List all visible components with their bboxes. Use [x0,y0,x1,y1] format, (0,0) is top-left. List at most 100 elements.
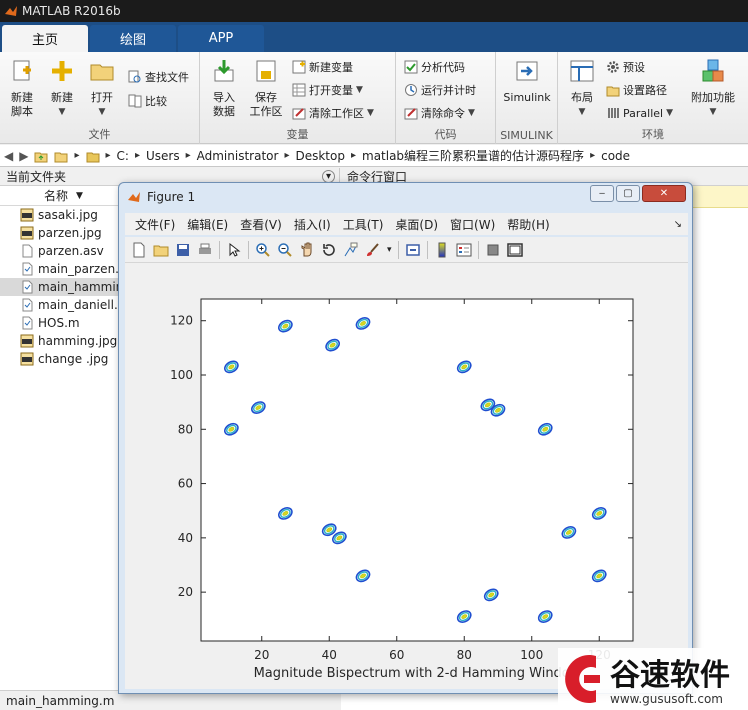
print-icon[interactable] [197,242,213,258]
parallel-button[interactable]: Parallel ▼ [606,104,673,122]
find-files-label: 查找文件 [145,71,189,84]
x-tick-label: 60 [389,648,404,662]
layout-button[interactable]: 布局 ▼ [562,56,602,119]
dock-arrow-icon[interactable]: ↘ [674,219,682,230]
addons-button[interactable]: 附加功能 ▼ [686,56,740,119]
run-and-time-button[interactable]: 运行并计时 [404,81,476,99]
colorbar-icon[interactable] [434,242,450,258]
toolbar-separator [219,240,220,259]
window-controls: ‒ ▢ ✕ [590,185,686,202]
figure-menu-item[interactable]: 插入(I) [294,216,331,233]
pan-icon[interactable] [299,242,315,258]
environment-group: 布局 ▼ 预设 设置路径 Parallel ▼ 附加功能 ▼ 环境 [558,52,748,144]
y-tick-label: 100 [170,368,193,382]
forward-arrow-icon[interactable]: ▶ [19,149,28,163]
file-name: change .jpg [38,352,109,366]
address-bar: ◀ ▶ ▸ ▸ C: ▸ Users ▸ Administrator ▸ Des… [0,145,748,167]
chevron-down-icon[interactable]: ▾ [387,245,392,255]
pointer-icon[interactable] [226,242,242,258]
figure-menu-item[interactable]: 窗口(W) [450,216,495,233]
plus-icon [52,61,72,81]
browse-folder-icon[interactable] [54,149,68,163]
tab-apps[interactable]: APP [178,25,264,52]
file-name: parzen.jpg [38,226,102,240]
figure-menu-item[interactable]: 桌面(D) [395,216,438,233]
open-label: 打开 [91,91,113,104]
new-script-button[interactable]: 新建 脚本 [2,56,42,119]
save-workspace-button[interactable]: 保存 工作区 [246,56,286,119]
simulink-group: Simulink SIMULINK [496,52,558,144]
set-path-button[interactable]: 设置路径 [606,81,667,99]
figure-window: Figure 1 ‒ ▢ ✕ 文件(F) 编辑(E) 查看(V) 插入(I) 工具(T)… [118,182,693,694]
legend-icon[interactable] [456,242,472,258]
file-name: sasaki.jpg [38,208,98,222]
link-icon[interactable] [405,242,421,258]
open-variable-button[interactable]: 打开变量 ▼ [292,81,363,99]
figure-menu-item[interactable]: 编辑(E) [187,216,228,233]
brush-icon[interactable] [365,242,381,258]
open-button[interactable]: 打开 ▼ [82,56,122,119]
close-icon[interactable]: ✕ [642,185,686,202]
save-workspace-icon [256,60,276,82]
path-segment[interactable]: Administrator [197,149,279,163]
y-tick-label: 120 [170,314,193,328]
preferences-button[interactable]: 预设 [606,58,645,76]
maximize-icon[interactable]: ▢ [616,185,640,202]
image-file-icon [20,208,34,222]
import-data-button[interactable]: 导入 数据 [204,56,244,119]
code-group-name: 代码 [434,128,457,141]
chevron-down-icon: ▼ [666,108,674,118]
figure-menu-item[interactable]: 帮助(H) [507,216,549,233]
chevron-down-icon: ▼ [468,108,475,118]
show-plot-tools-icon[interactable] [506,242,523,258]
selected-file-name: main_hamming.m [6,693,115,708]
up-folder-icon[interactable] [34,149,48,163]
path-segment[interactable]: C: [117,149,129,163]
ribbon-tabs: 主页 绘图 APP [0,22,748,52]
figure-menu-item[interactable]: 文件(F) [135,216,175,233]
simulink-button[interactable]: Simulink [500,56,554,105]
save-icon[interactable] [175,242,191,258]
path-segment[interactable]: Desktop [295,149,345,163]
hide-plot-tools-icon[interactable] [485,242,501,258]
zoom-out-icon[interactable] [277,242,293,258]
figure-canvas: 2040608010012020406080100120Magnitude Bi… [125,263,688,689]
file-group-name: 文件 [88,128,111,141]
matlab-logo-icon [5,6,17,16]
back-arrow-icon[interactable]: ◀ [4,149,13,163]
x-tick-label: 20 [254,648,269,662]
open-icon[interactable] [153,242,169,258]
new-button[interactable]: 新建 ▼ [42,56,82,119]
rotate-icon[interactable] [321,242,337,258]
watermark-url: www.gususoft.com [610,692,723,706]
tab-plots[interactable]: 绘图 [90,25,176,52]
zoom-in-icon[interactable] [255,242,271,258]
file-name: main_daniell.r [38,298,123,312]
environment-group-name: 环境 [642,128,664,141]
path-segment[interactable]: Users [146,149,180,163]
parallel-icon [608,108,619,118]
chevron-down-icon: ▼ [356,85,363,95]
clear-workspace-icon [292,108,306,120]
analyze-code-button[interactable]: 分析代码 [404,58,465,76]
minimize-icon[interactable]: ‒ [590,185,614,202]
path-segment[interactable]: matlab编程三阶累积量谱的估计源码程序 [362,147,584,164]
clear-workspace-button[interactable]: 清除工作区 ▼ [292,104,374,122]
figure-menu-item[interactable]: 工具(T) [343,216,384,233]
toolbar-separator [397,240,399,259]
bispectrum-contour-chart[interactable]: 2040608010012020406080100120Magnitude Bi… [125,263,688,689]
tab-home[interactable]: 主页 [2,25,88,52]
run-and-time-label: 运行并计时 [421,84,476,97]
path-segment[interactable]: code [601,149,630,163]
find-files-button[interactable]: 查找文件 [128,68,189,86]
watermark-text: 谷速软件 [610,658,730,693]
variable-group: 导入 数据 保存 工作区 新建变量 打开变量 ▼ 清除工作区 ▼ 变量 [200,52,396,144]
new-figure-icon[interactable] [131,242,147,258]
compare-button[interactable]: 比较 [128,92,167,110]
clear-commands-button[interactable]: 清除命令 ▼ [404,104,475,122]
new-variable-button[interactable]: 新建变量 [292,58,353,76]
app-titlebar: MATLAB R2016b [0,0,748,22]
toolbar-separator [477,240,479,259]
figure-menu-item[interactable]: 查看(V) [240,216,282,233]
data-cursor-icon[interactable] [343,242,359,258]
